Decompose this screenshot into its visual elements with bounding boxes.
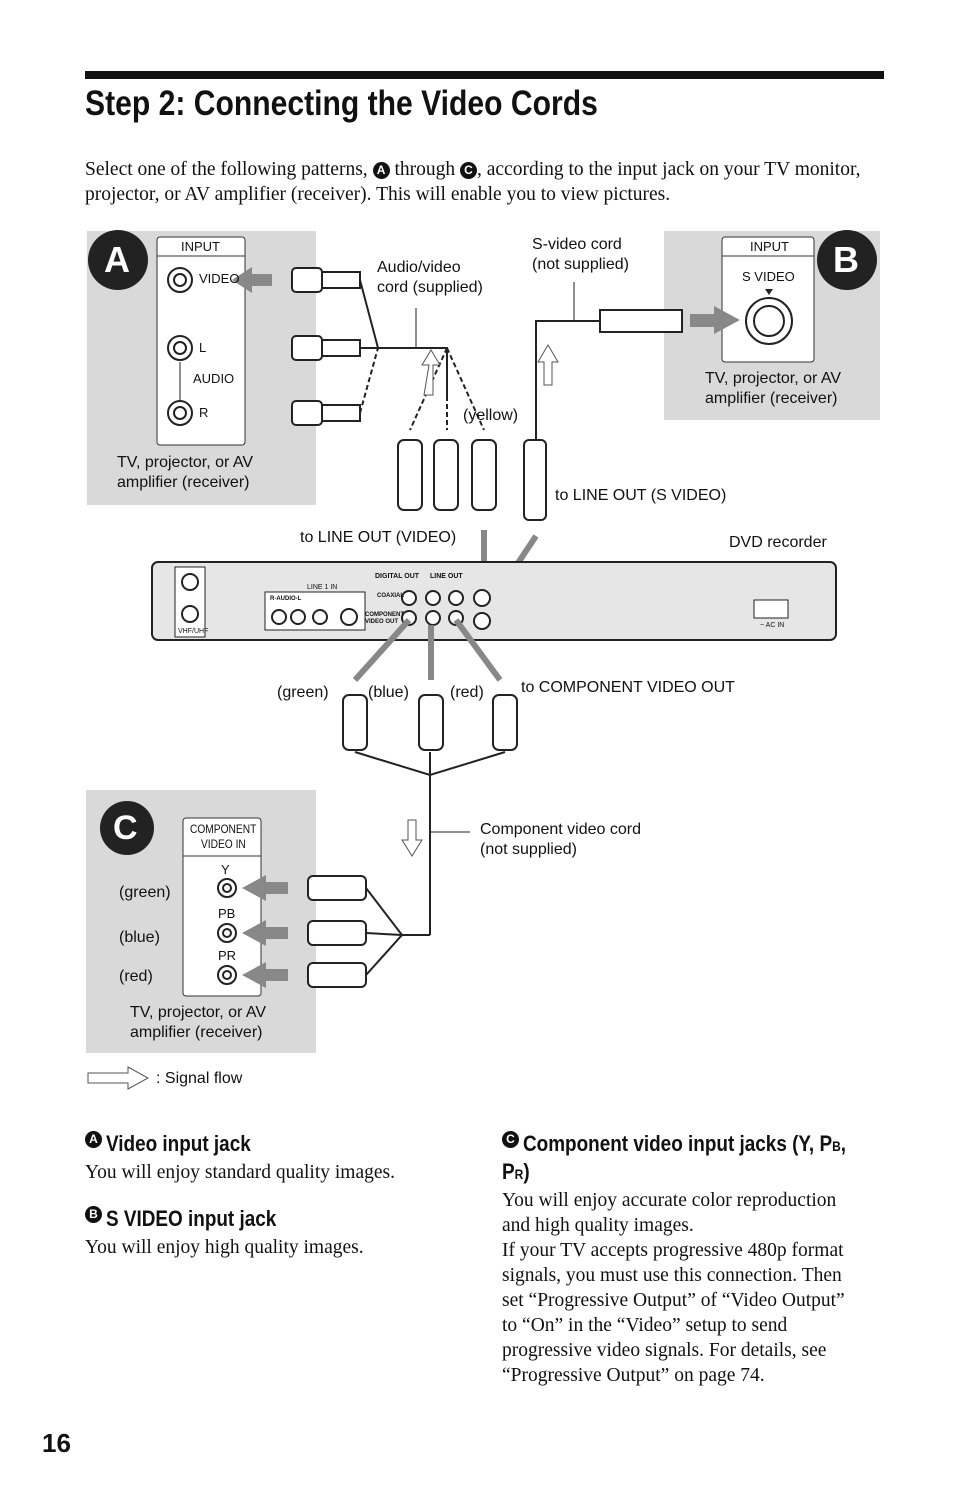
section-c: C Component video input jacks (Y, PB, bbox=[502, 1131, 899, 1157]
section-a: A Video input jack bbox=[85, 1131, 274, 1157]
input-label: INPUT bbox=[750, 239, 789, 254]
av-cord-label: Audio/video bbox=[377, 259, 461, 276]
recorder-component-label: COMPONENT bbox=[365, 612, 404, 618]
section-a-heading: Video input jack bbox=[106, 1131, 251, 1156]
panel-a-badge-letter: A bbox=[104, 239, 130, 280]
body-line: You will enjoy accurate color reproducti… bbox=[502, 1190, 837, 1211]
body-line: progressive video signals. For details, … bbox=[502, 1340, 827, 1361]
body-line: If your TV accepts progressive 480p form… bbox=[502, 1240, 844, 1261]
component-in-label: COMPONENT bbox=[190, 822, 257, 836]
l-jack-label: L bbox=[199, 340, 207, 355]
heading-part: , bbox=[840, 1131, 847, 1156]
badge-a: A bbox=[85, 1131, 102, 1148]
component-cord-label: (not supplied) bbox=[480, 841, 577, 858]
video-jack-label: VIDEO bbox=[199, 271, 240, 286]
to-line-out-svideo-label: to LINE OUT (S VIDEO) bbox=[555, 487, 727, 504]
recorder-digital-out-label: DIGITAL OUT bbox=[375, 573, 420, 580]
dvd-recorder-panel bbox=[151, 561, 837, 641]
green-label: (green) bbox=[119, 884, 171, 901]
pr-jack-label: PR bbox=[218, 948, 237, 963]
device-b-label: amplifier (receiver) bbox=[705, 390, 838, 407]
body-line: set “Progressive Output” of “Video Outpu… bbox=[502, 1290, 845, 1311]
device-c-label: TV, projector, or AV bbox=[130, 1004, 267, 1021]
device-b-label: TV, projector, or AV bbox=[705, 370, 842, 387]
y-jack-label: Y bbox=[221, 862, 230, 877]
section-c-body: You will enjoy accurate color reproducti… bbox=[502, 1188, 845, 1388]
recorder-raudiol-label: R-AUDIO-L bbox=[270, 596, 302, 602]
to-line-out-video-label: to LINE OUT (VIDEO) bbox=[300, 529, 457, 546]
section-c-heading-line2: PR) bbox=[502, 1159, 530, 1185]
svideo-cord-label: (not supplied) bbox=[532, 256, 629, 273]
badge-c: C bbox=[502, 1131, 519, 1148]
section-c-heading: Component video input jacks (Y, PB, bbox=[523, 1131, 846, 1157]
yellow-label: (yellow) bbox=[463, 407, 519, 424]
plug-blue-label: (blue) bbox=[368, 684, 409, 701]
heading-part: R bbox=[514, 1166, 524, 1182]
device-c-label: amplifier (receiver) bbox=[130, 1024, 263, 1041]
audio-label: AUDIO bbox=[193, 371, 235, 386]
panel-c-badge-letter: C bbox=[113, 809, 138, 847]
body-line: to “On” in the “Video” setup to send bbox=[502, 1315, 788, 1336]
page-number: 16 bbox=[42, 1428, 71, 1458]
device-a-label: TV, projector, or AV bbox=[117, 454, 254, 471]
dvd-recorder-label: DVD recorder bbox=[729, 534, 827, 551]
heading-part: P bbox=[502, 1159, 515, 1184]
plug-red-label: (red) bbox=[450, 684, 484, 701]
red-label: (red) bbox=[119, 968, 153, 985]
panel-b-badge-letter: B bbox=[833, 239, 859, 280]
svideo-jack-label: S VIDEO bbox=[742, 269, 795, 284]
device-a-label: amplifier (receiver) bbox=[117, 474, 250, 491]
body-line: “Progressive Output” on page 74. bbox=[502, 1365, 765, 1386]
recorder-coaxial-label: COAXIAL bbox=[377, 593, 404, 599]
recorder-vhf-label: VHF/UHF bbox=[178, 628, 209, 635]
heading-part: ) bbox=[523, 1159, 530, 1184]
recorder-line-out-label: LINE OUT bbox=[430, 573, 463, 580]
blue-label: (blue) bbox=[119, 929, 160, 946]
signal-flow-icon bbox=[87, 1066, 150, 1090]
input-label: INPUT bbox=[181, 239, 220, 254]
component-cord-label: Component video cord bbox=[480, 821, 641, 838]
section-b-body: You will enjoy high quality images. bbox=[85, 1237, 364, 1258]
component-in-label: VIDEO IN bbox=[201, 837, 246, 851]
recorder-line1-label: LINE 1 IN bbox=[307, 584, 338, 591]
recorder-acin-label: ~ AC IN bbox=[760, 622, 785, 629]
r-jack-label: R bbox=[199, 405, 209, 420]
heading-part: Component video input jacks (Y, P bbox=[523, 1131, 833, 1156]
section-b: B S VIDEO input jack bbox=[85, 1206, 304, 1232]
recorder-component-label: VIDEO OUT bbox=[365, 619, 399, 625]
svideo-cord-label: S-video cord bbox=[532, 236, 622, 253]
body-line: signals, you must use this connection. T… bbox=[502, 1265, 842, 1286]
pb-jack-label: PB bbox=[218, 906, 236, 921]
av-cord-label: cord (supplied) bbox=[377, 279, 483, 296]
plug-green-label: (green) bbox=[277, 684, 329, 701]
badge-b: B bbox=[85, 1206, 102, 1223]
section-a-body: You will enjoy standard quality images. bbox=[85, 1162, 395, 1183]
heading-part: B bbox=[832, 1138, 841, 1154]
body-line: and high quality images. bbox=[502, 1215, 694, 1236]
section-b-heading: S VIDEO input jack bbox=[106, 1206, 277, 1231]
to-component-label: to COMPONENT VIDEO OUT bbox=[521, 679, 735, 696]
signal-flow-legend: : Signal flow bbox=[156, 1070, 243, 1087]
